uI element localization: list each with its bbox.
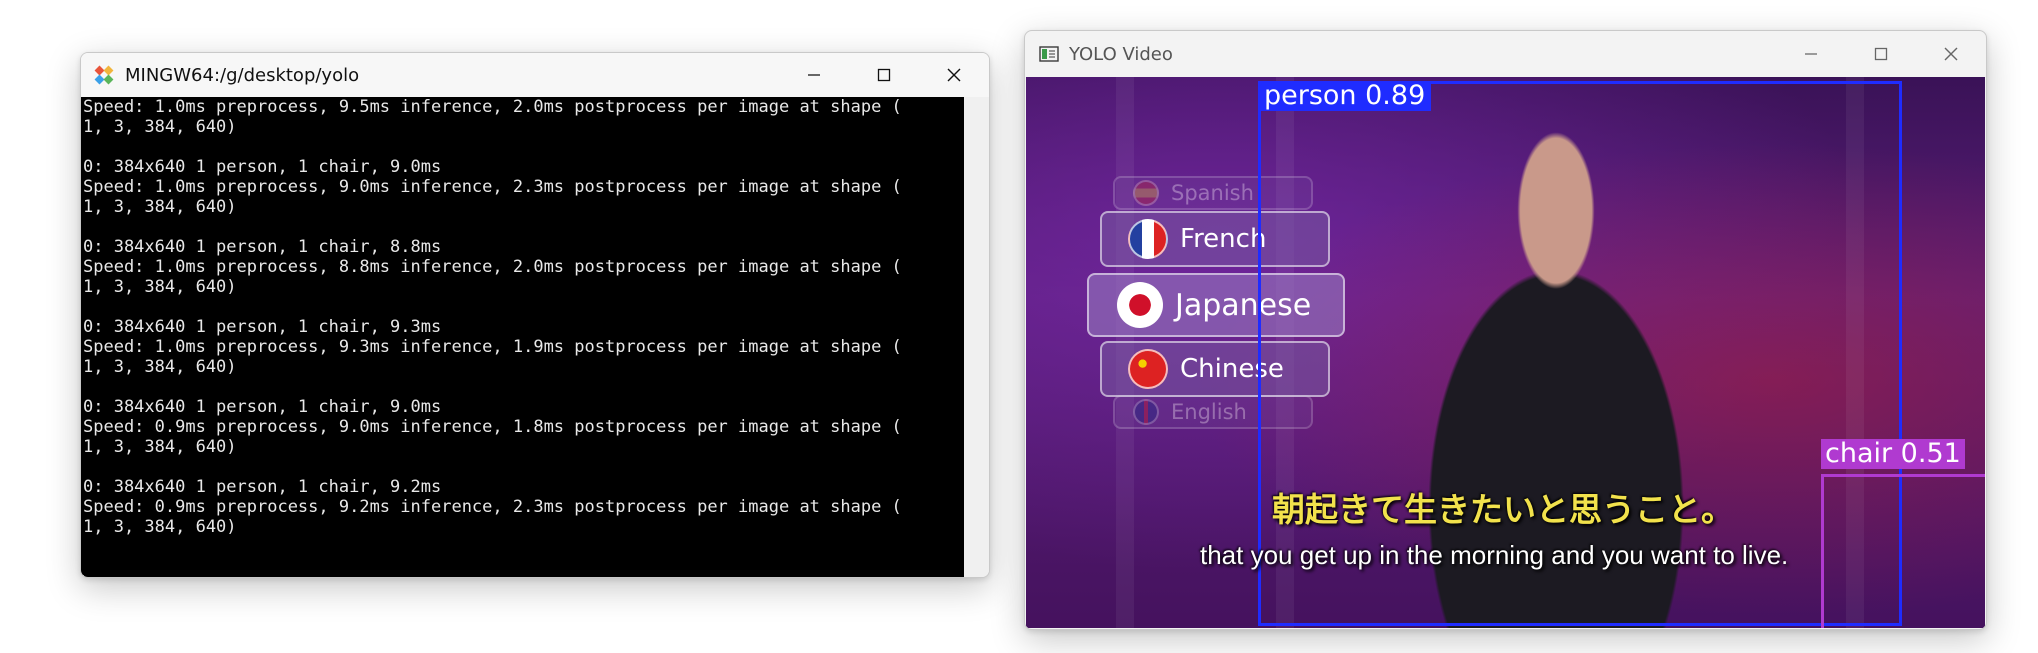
terminal-line: Speed: 1.0ms preprocess, 8.8ms inference… (83, 257, 902, 277)
terminal-line: Speed: 1.0ms preprocess, 9.3ms inference… (83, 337, 902, 357)
uk-flag-icon (1133, 399, 1159, 425)
video-titlebar[interactable]: YOLO Video (1025, 31, 1986, 77)
subtitle-japanese: 朝起きて生きたいと思うこと。 (1272, 490, 1734, 529)
terminal-line: ​ (81, 457, 964, 477)
terminal-line: Speed: 1.0ms preprocess, 9.5ms inference… (83, 97, 902, 117)
close-button[interactable] (1916, 31, 1986, 77)
terminal-line: 0: 384x640 1 person, 1 chair, 9.0ms (83, 397, 442, 417)
terminal-line: Speed: 0.9ms preprocess, 9.0ms inference… (83, 417, 902, 437)
chair-detection-label: chair 0.51 (1821, 439, 1965, 469)
china-flag-icon (1128, 349, 1168, 389)
france-flag-icon (1128, 219, 1168, 259)
terminal-window[interactable]: MINGW64:/g/desktop/yolo Speed: 1.0ms pre… (80, 52, 990, 578)
terminal-line: ​ (81, 297, 964, 317)
git-bash-icon (93, 64, 115, 86)
terminal-line: ​ (81, 377, 964, 397)
close-button[interactable] (919, 53, 989, 97)
terminal-title: MINGW64:/g/desktop/yolo (125, 64, 360, 86)
japan-flag-icon (1117, 282, 1163, 328)
terminal-line: 0: 384x640 1 person, 1 chair, 8.8ms (83, 237, 442, 257)
maximize-icon (1874, 47, 1888, 61)
text-cursor (83, 575, 84, 577)
language-label: English (1171, 400, 1247, 424)
video-title: YOLO Video (1069, 43, 1173, 65)
close-icon (1944, 47, 1958, 61)
scrollbar-thumb[interactable] (974, 577, 978, 578)
language-label: French (1180, 224, 1267, 254)
terminal-line: ​ (81, 217, 964, 237)
terminal-line: 1, 3, 384, 640) (83, 277, 237, 297)
maximize-icon (877, 68, 891, 82)
terminal-line: Speed: 0.9ms preprocess, 9.2ms inference… (83, 497, 902, 517)
minimize-icon (1805, 53, 1817, 55)
chair-bounding-box (1821, 474, 1985, 628)
person-detection-label: person 0.89 (1258, 81, 1432, 111)
terminal-lines: Speed: 1.0ms preprocess, 9.5ms inference… (81, 97, 964, 537)
terminal-line: 1, 3, 384, 640) (83, 357, 237, 377)
opencv-window-icon (1039, 44, 1059, 64)
video-window[interactable]: YOLO Video Spanish French Japanese Chine… (1024, 30, 1987, 630)
terminal-line: 0: 384x640 1 person, 1 chair, 9.0ms (83, 157, 442, 177)
terminal-line: 0: 384x640 1 person, 1 chair, 9.3ms (83, 317, 442, 337)
minimize-button[interactable] (779, 53, 849, 97)
terminal-output[interactable]: Speed: 1.0ms preprocess, 9.5ms inference… (81, 97, 964, 577)
terminal-scrollbar[interactable] (964, 97, 989, 577)
terminal-line: ​ (81, 137, 964, 157)
terminal-line: 0: 384x640 1 person, 1 chair, 9.2ms (83, 477, 442, 497)
maximize-button[interactable] (849, 53, 919, 97)
terminal-titlebar[interactable]: MINGW64:/g/desktop/yolo (81, 53, 989, 97)
close-icon (947, 68, 961, 82)
minimize-button[interactable] (1776, 31, 1846, 77)
minimize-icon (808, 74, 820, 76)
spain-flag-icon (1133, 180, 1159, 206)
terminal-line: 1, 3, 384, 640) (83, 197, 237, 217)
terminal-line: 1, 3, 384, 640) (83, 117, 237, 137)
language-label: Spanish (1171, 181, 1254, 205)
terminal-line: 1, 3, 384, 640) (83, 437, 237, 457)
terminal-line: Speed: 1.0ms preprocess, 9.0ms inference… (83, 177, 902, 197)
video-frame: Spanish French Japanese Chinese English … (1026, 77, 1985, 628)
maximize-button[interactable] (1846, 31, 1916, 77)
subtitle-english: that you get up in the morning and you w… (1200, 540, 1789, 570)
terminal-line: 1, 3, 384, 640) (83, 517, 237, 537)
